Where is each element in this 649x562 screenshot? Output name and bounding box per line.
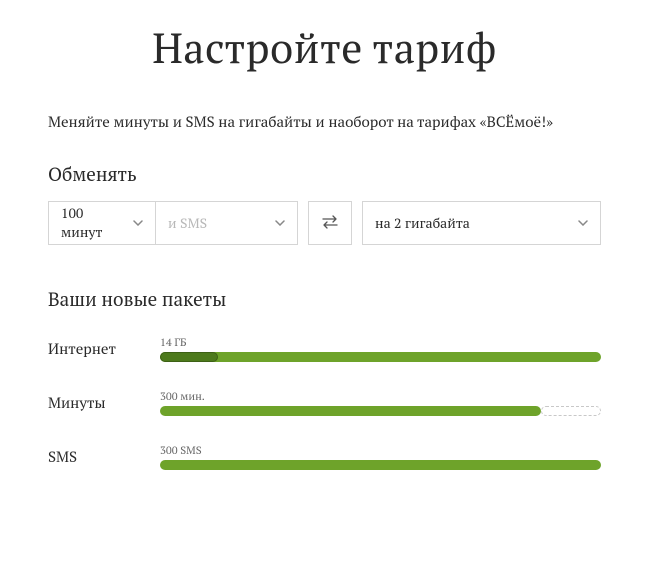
select-minutes[interactable]: 100 минут <box>48 201 156 245</box>
swap-button[interactable] <box>308 201 352 245</box>
package-row-sms: SMS 300 SMS <box>48 444 601 470</box>
chevron-down-icon <box>133 218 143 228</box>
package-value-internet: 14 ГБ <box>160 336 187 350</box>
package-row-minutes: Минуты 300 мин. <box>48 390 601 416</box>
select-minutes-value: 100 минут <box>61 204 125 242</box>
package-label-minutes: Минуты <box>48 393 160 413</box>
chevron-down-icon <box>578 218 588 228</box>
exchange-row: 100 минут и SMS на 2 гигабайта <box>48 201 601 245</box>
swap-icon <box>321 215 339 232</box>
page-title: Настройте тариф <box>48 20 601 76</box>
page-subtitle: Меняйте минуты и SMS на гигабайты и наоб… <box>48 112 601 132</box>
progress-track <box>160 352 601 362</box>
select-gigabytes-value: на 2 гигабайта <box>375 214 470 233</box>
progress-track <box>160 460 601 470</box>
package-label-internet: Интернет <box>48 339 160 359</box>
select-sms[interactable]: и SMS <box>156 201 298 245</box>
package-bar-minutes: 300 мин. <box>160 390 601 416</box>
packages-section-label: Ваши новые пакеты <box>48 287 601 312</box>
chevron-down-icon <box>275 218 285 228</box>
select-sms-placeholder: и SMS <box>168 214 207 233</box>
package-label-sms: SMS <box>48 447 160 467</box>
progress-cap <box>160 352 218 362</box>
progress-empty <box>541 406 601 416</box>
package-row-internet: Интернет 14 ГБ <box>48 336 601 362</box>
package-value-sms: 300 SMS <box>160 444 202 458</box>
exchange-section-label: Обменять <box>48 162 601 187</box>
package-value-minutes: 300 мин. <box>160 390 205 404</box>
select-gigabytes[interactable]: на 2 гигабайта <box>362 201 601 245</box>
package-bar-sms: 300 SMS <box>160 444 601 470</box>
progress-fill <box>160 406 541 416</box>
progress-track <box>160 406 601 416</box>
package-bar-internet: 14 ГБ <box>160 336 601 362</box>
